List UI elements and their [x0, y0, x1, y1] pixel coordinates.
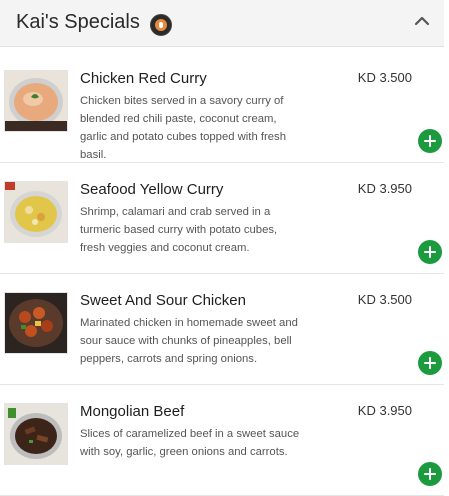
section-title: Kai's Specials [16, 11, 140, 33]
item-description: Slices of caramelized beef in a sweet sa… [80, 428, 300, 458]
item-name: Mongolian Beef [80, 403, 185, 420]
menu-item[interactable]: Chicken Red Curry KD 3.500 Chicken bites… [0, 51, 444, 163]
item-price: KD 3.950 [357, 403, 412, 418]
chevron-up-icon[interactable] [413, 12, 431, 30]
item-name: Seafood Yellow Curry [80, 181, 224, 198]
add-to-cart-button[interactable] [418, 351, 442, 375]
item-description: Shrimp, calamari and crab served in a tu… [80, 206, 278, 254]
item-price: KD 3.500 [357, 70, 412, 85]
item-name: Chicken Red Curry [80, 70, 207, 87]
chicken-red-curry-photo [4, 70, 68, 132]
seafood-yellow-curry-photo [4, 181, 68, 243]
menu-item[interactable]: Sweet And Sour Chicken KD 3.500 Marinate… [0, 273, 444, 385]
item-description: Chicken bites served in a savory curry o… [80, 95, 286, 161]
sweet-sour-chicken-photo [4, 292, 68, 354]
add-to-cart-button[interactable] [418, 240, 442, 264]
item-name: Sweet And Sour Chicken [80, 292, 246, 309]
item-description: Marinated chicken in homemade sweet and … [80, 317, 298, 365]
menu-item[interactable]: Seafood Yellow Curry KD 3.950 Shrimp, ca… [0, 162, 444, 274]
item-price: KD 3.500 [357, 292, 412, 307]
add-to-cart-button[interactable] [418, 462, 442, 486]
mongolian-beef-photo [4, 403, 68, 465]
menu-item[interactable]: Mongolian Beef KD 3.950 Slices of carame… [0, 384, 444, 496]
chef-badge-icon [150, 14, 172, 36]
item-price: KD 3.950 [357, 181, 412, 196]
section-header[interactable]: Kai's Specials [0, 0, 444, 47]
add-to-cart-button[interactable] [418, 129, 442, 153]
